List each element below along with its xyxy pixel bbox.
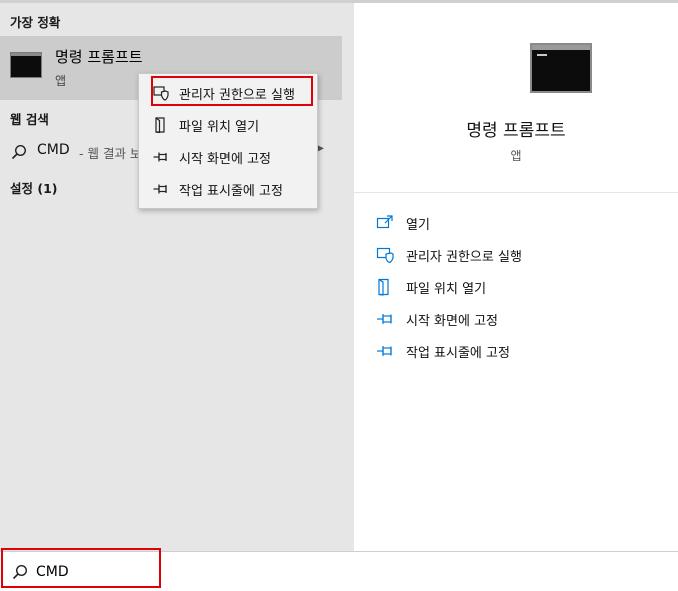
- best-match-title: 명령 프롬프트: [55, 48, 143, 66]
- pin-icon: [377, 346, 392, 356]
- context-menu: 관리자 권한으로 실행 파일 위치 열기 시작 화면에 고정 작업 표시줄에 고…: [138, 73, 318, 209]
- action-open-file-location[interactable]: 파일 위치 열기: [376, 274, 656, 300]
- search-icon: [12, 564, 28, 580]
- pin-icon: [377, 314, 392, 324]
- search-input[interactable]: [36, 561, 336, 583]
- action-pin-to-start-label: 시작 화면에 고정: [406, 314, 498, 329]
- web-search-suffix: - 웹 결과 보: [79, 146, 139, 161]
- file-location-icon: [378, 278, 389, 296]
- section-title-best-match: 가장 정확: [10, 15, 61, 30]
- details-pane: 명령 프롬프트 앱 열기 관리자 권한으로 실행 파일 위치 열기 시작 화면에…: [354, 3, 678, 551]
- context-menu-pin-to-taskbar-label: 작업 표시줄에 고정: [179, 184, 283, 199]
- action-open-file-location-label: 파일 위치 열기: [406, 282, 487, 297]
- file-location-icon: [155, 117, 165, 133]
- action-run-as-admin[interactable]: 관리자 권한으로 실행: [376, 242, 656, 268]
- context-menu-open-file-location-label: 파일 위치 열기: [179, 120, 260, 135]
- open-icon: [376, 215, 393, 229]
- context-menu-run-as-admin-label: 관리자 권한으로 실행: [179, 88, 295, 103]
- shield-icon: [376, 247, 394, 264]
- command-prompt-large-icon: [530, 43, 592, 93]
- pin-icon: [153, 184, 167, 194]
- action-pin-to-taskbar[interactable]: 작업 표시줄에 고정: [376, 338, 656, 364]
- app-name: 명령 프롬프트: [466, 121, 566, 141]
- app-type: 앱: [510, 149, 522, 163]
- action-run-as-admin-label: 관리자 권한으로 실행: [406, 250, 522, 265]
- search-icon: [11, 144, 27, 160]
- shield-icon: [153, 86, 169, 101]
- search-bar: [0, 551, 678, 591]
- action-pin-to-taskbar-label: 작업 표시줄에 고정: [406, 346, 510, 361]
- best-match-subtitle: 앱: [55, 74, 67, 88]
- context-menu-open-file-location[interactable]: 파일 위치 열기: [139, 110, 317, 138]
- action-open-label: 열기: [406, 218, 430, 233]
- context-menu-pin-to-start-label: 시작 화면에 고정: [179, 152, 271, 167]
- divider: [354, 192, 678, 193]
- web-search-query: CMD: [37, 142, 70, 158]
- action-pin-to-start[interactable]: 시작 화면에 고정: [376, 306, 656, 332]
- context-menu-run-as-admin[interactable]: 관리자 권한으로 실행: [139, 78, 317, 106]
- pin-icon: [153, 152, 167, 162]
- context-menu-pin-to-taskbar[interactable]: 작업 표시줄에 고정: [139, 174, 317, 202]
- context-menu-pin-to-start[interactable]: 시작 화면에 고정: [139, 142, 317, 170]
- section-title-web-search: 웹 검색: [10, 112, 49, 127]
- command-prompt-icon: [10, 52, 42, 78]
- section-title-settings: 설정 (1): [10, 181, 58, 196]
- action-open[interactable]: 열기: [376, 210, 656, 236]
